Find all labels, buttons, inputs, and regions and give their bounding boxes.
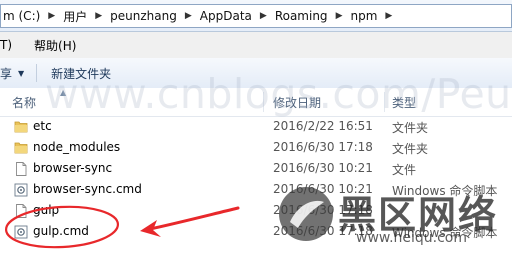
cmd-file-icon	[14, 183, 28, 197]
file-modified: 2016/6/30 10:21	[273, 182, 373, 196]
column-header-row: 名称 修改日期 类型	[0, 88, 512, 117]
file-name: gulp	[33, 203, 60, 217]
file-modified: 2016/6/30 17:18	[273, 140, 373, 154]
file-icon	[14, 162, 28, 176]
folder-icon	[14, 141, 28, 154]
folder-icon	[14, 120, 28, 133]
file-name: browser-sync.cmd	[33, 182, 142, 196]
menu-tools[interactable]: T)	[0, 38, 20, 52]
file-type: 文件夹	[392, 121, 429, 135]
column-header-type[interactable]: 类型	[392, 88, 416, 116]
menu-bar: T) 帮助(H)	[0, 32, 512, 59]
breadcrumb-separator-icon[interactable]: ▶	[254, 11, 273, 21]
file-name: node_modules	[33, 140, 121, 154]
address-bar[interactable]: m (C:) ▶ 用户 ▶ peunzhang ▶ AppData ▶ Roam…	[0, 4, 512, 28]
file-modified: 2016/6/30 17:18	[273, 203, 373, 217]
file-row-gulp-cmd[interactable]: gulp.cmd 2016/6/30 17:18 Windows 命令脚本	[0, 221, 512, 242]
file-type: 文件	[392, 163, 417, 177]
new-folder-button[interactable]: 新建文件夹	[51, 58, 111, 88]
breadcrumb-users[interactable]: 用户	[61, 8, 89, 25]
explorer-window: m (C:) ▶ 用户 ▶ peunzhang ▶ AppData ▶ Roam…	[0, 0, 512, 254]
share-label: 享	[0, 66, 13, 81]
new-folder-label: 新建文件夹	[51, 66, 112, 81]
breadcrumb-separator-icon[interactable]: ▶	[42, 11, 61, 21]
address-bar-area: m (C:) ▶ 用户 ▶ peunzhang ▶ AppData ▶ Roam…	[0, 0, 512, 32]
file-row-node-modules[interactable]: node_modules 2016/6/30 17:18 文件夹	[0, 137, 512, 158]
file-row-etc[interactable]: etc 2016/2/22 16:51 文件夹	[0, 116, 512, 137]
breadcrumb-separator-icon[interactable]: ▶	[179, 11, 198, 21]
breadcrumb-separator-icon[interactable]: ▶	[89, 11, 108, 21]
cmd-file-icon	[14, 225, 28, 239]
breadcrumb-npm[interactable]: npm	[348, 9, 379, 23]
file-list: etc 2016/2/22 16:51 文件夹 node_modules 201…	[0, 116, 512, 242]
breadcrumb-drive[interactable]: m (C:)	[1, 9, 42, 23]
file-modified: 2016/6/30 17:18	[273, 224, 373, 238]
column-header-name-label: 名称	[12, 95, 37, 110]
file-row-gulp[interactable]: gulp 2016/6/30 17:18	[0, 200, 512, 221]
file-modified: 2016/2/22 16:51	[273, 119, 373, 133]
toolbar-divider	[36, 64, 38, 82]
file-row-browser-sync-cmd[interactable]: browser-sync.cmd 2016/6/30 10:21 Windows…	[0, 179, 512, 200]
breadcrumb-separator-icon[interactable]: ▶	[330, 11, 349, 21]
breadcrumb-user[interactable]: peunzhang	[108, 9, 179, 23]
file-type: Windows 命令脚本	[392, 184, 498, 198]
column-divider[interactable]	[384, 92, 385, 112]
file-name: gulp.cmd	[33, 224, 89, 238]
file-modified: 2016/6/30 10:21	[273, 161, 373, 175]
toolbar: 享 ▼ 新建文件夹	[0, 58, 512, 89]
file-icon	[14, 204, 28, 218]
share-button[interactable]: 享 ▼	[0, 58, 24, 88]
column-header-name[interactable]: 名称	[12, 88, 36, 116]
file-type: Windows 命令脚本	[392, 226, 498, 240]
file-name: etc	[33, 119, 52, 133]
chevron-down-icon: ▼	[18, 68, 25, 78]
sort-ascending-icon: ▲	[60, 88, 67, 97]
file-row-browser-sync[interactable]: browser-sync 2016/6/30 10:21 文件	[0, 158, 512, 179]
column-header-modified[interactable]: 修改日期	[273, 88, 321, 116]
column-header-modified-label: 修改日期	[273, 95, 322, 110]
column-header-type-label: 类型	[392, 95, 417, 110]
breadcrumb-appdata[interactable]: AppData	[198, 9, 254, 23]
file-type: 文件夹	[392, 142, 429, 156]
menu-help[interactable]: 帮助(H)	[20, 37, 84, 54]
breadcrumb-roaming[interactable]: Roaming	[273, 9, 330, 23]
file-name: browser-sync	[33, 161, 113, 175]
column-divider[interactable]	[263, 92, 264, 112]
breadcrumb-separator-icon[interactable]: ▶	[379, 11, 398, 21]
